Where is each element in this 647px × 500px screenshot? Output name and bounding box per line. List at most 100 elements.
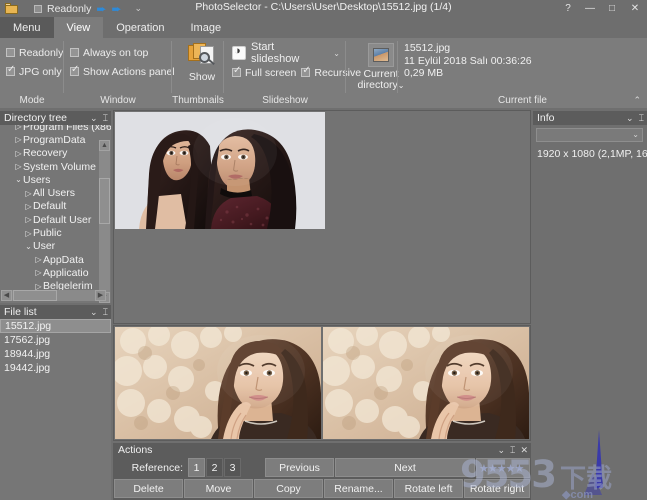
list-item[interactable]: 17562.jpg	[0, 333, 111, 347]
info-combo-box[interactable]: ⌄	[536, 128, 643, 142]
tree-node[interactable]: ▷ System Volume In	[0, 160, 107, 173]
start-slideshow-button[interactable]: Start slideshow ⌄	[232, 41, 340, 65]
help-button[interactable]: ?	[557, 0, 579, 17]
scroll-up-icon[interactable]: ▲	[99, 140, 110, 151]
ribbon-tabs: Menu View Operation Image	[0, 17, 647, 38]
tab-operation[interactable]: Operation	[103, 17, 177, 38]
scroll-thumb[interactable]	[99, 178, 110, 224]
recursive-checkbox[interactable]	[301, 65, 311, 77]
quick-access-toolbar: Readonly ➨ ➨ ⌄	[0, 0, 142, 17]
tree-node[interactable]: ⌄ User	[0, 240, 98, 253]
move-button[interactable]: Move	[184, 479, 253, 498]
always-on-top-checkbox[interactable]	[70, 48, 79, 57]
readonly-quick-checkbox[interactable]	[34, 4, 42, 13]
readonly-checkbox-row[interactable]: Readonly	[6, 43, 63, 62]
thumbnail-strip[interactable]	[113, 325, 531, 441]
rotate-left-button[interactable]: Rotate left	[394, 479, 463, 498]
file-name: 17562.jpg	[4, 334, 51, 346]
reference-button-2[interactable]: 2	[206, 458, 223, 477]
chevron-down-icon[interactable]: ⌄	[498, 445, 506, 456]
chevron-up-icon[interactable]: ⌃	[633, 95, 641, 106]
chevron-down-icon[interactable]: ⌄	[135, 3, 143, 14]
tree-node[interactable]: ▷ Applicatio	[0, 266, 98, 279]
previous-button[interactable]: Previous	[265, 458, 334, 477]
directory-tree-title: Directory tree	[4, 112, 68, 124]
file-list-body[interactable]: 15512.jpg 17562.jpg 18944.jpg 19442.jpg	[0, 319, 111, 500]
scroll-left-icon[interactable]: ◀	[1, 290, 12, 301]
tree-node[interactable]: ▷ ProgramData	[0, 133, 98, 146]
full-screen-row[interactable]: Full screen	[232, 63, 296, 82]
reference-button-1[interactable]: 1	[188, 458, 205, 477]
list-item[interactable]: 18944.jpg	[0, 347, 111, 361]
show-thumbnails-button[interactable]: Show	[178, 41, 226, 83]
directory-tree-nodes: ▷ Program Files (x86) ▷ ProgramData ▷ Recov…	[0, 125, 111, 293]
tree-node-label: Applicatio	[43, 266, 89, 279]
maximize-button[interactable]: □	[601, 0, 623, 17]
tree-node[interactable]: ▷ All Users	[0, 186, 98, 199]
jpgonly-checkbox[interactable]	[6, 64, 15, 76]
portrait-photo-thumb	[115, 327, 321, 439]
tree-node[interactable]: ▷ Default User	[0, 213, 98, 226]
chevron-down-icon[interactable]: ⌄	[90, 307, 98, 318]
chevron-down-icon[interactable]: ⌄	[90, 113, 98, 124]
start-slideshow-label: Start slideshow	[251, 41, 300, 65]
list-item[interactable]: 19442.jpg	[0, 361, 111, 375]
scroll-right-icon[interactable]: ▶	[95, 290, 106, 301]
rotate-right-button[interactable]: Rotate right	[464, 479, 530, 498]
next-button[interactable]: Next	[335, 458, 475, 477]
close-icon[interactable]: ✕	[520, 445, 528, 456]
group-title-current-file: Current file	[498, 95, 547, 106]
show-actions-panel-checkbox[interactable]	[70, 64, 79, 76]
list-item[interactable]: 15512.jpg	[0, 319, 111, 333]
full-screen-checkbox[interactable]	[232, 65, 241, 77]
copy-button[interactable]: Copy	[254, 479, 323, 498]
chevron-down-icon[interactable]: ⌄	[626, 113, 634, 124]
always-on-top-row[interactable]: Always on top	[70, 43, 166, 62]
actions-panel: Actions ⌄ ⌶ ✕ Reference: 1 2 3 Previous …	[113, 443, 531, 500]
pin-icon[interactable]: ⌶	[639, 113, 644, 124]
show-actions-panel-row[interactable]: Show Actions panel	[70, 62, 175, 81]
tree-node[interactable]: ▷ Public	[0, 226, 98, 239]
reference-button-3[interactable]: 3	[224, 458, 241, 477]
tab-menu[interactable]: Menu	[0, 17, 54, 38]
delete-button[interactable]: Delete	[114, 479, 183, 498]
ribbon-group-thumbnails: Show Thumbnails	[172, 38, 224, 108]
slideshow-icon	[232, 45, 246, 60]
chevron-down-icon[interactable]: ⌄	[632, 130, 639, 139]
readonly-checkbox[interactable]	[6, 48, 15, 57]
thumbnail-item[interactable]	[323, 327, 529, 439]
file-name: 18944.jpg	[4, 348, 51, 360]
thumbnails-icon	[187, 43, 217, 70]
scroll-thumb[interactable]	[13, 290, 57, 301]
tab-image[interactable]: Image	[178, 17, 235, 38]
group-title-mode: Mode	[19, 95, 45, 106]
thumbnail-item[interactable]	[115, 327, 321, 439]
pin-icon[interactable]: ⌶	[510, 445, 515, 456]
directory-tree-body[interactable]: ▷ Program Files (x86) ▷ ProgramData ▷ Recov…	[0, 125, 111, 303]
open-folder-icon[interactable]	[5, 3, 18, 14]
minimize-button[interactable]: —	[579, 0, 601, 17]
main-image[interactable]	[115, 112, 325, 229]
tree-node[interactable]: ⌄ Users	[0, 173, 98, 186]
image-viewer[interactable]	[113, 110, 531, 324]
chevron-down-icon[interactable]: ⌄	[333, 49, 340, 58]
close-button[interactable]: ✕	[623, 0, 647, 17]
pin-icon[interactable]: ⌶	[103, 307, 108, 318]
jpgonly-checkbox-row[interactable]: JPG only	[6, 62, 62, 81]
tree-node-label: ProgramData	[23, 133, 86, 146]
tree-node[interactable]: ▷ Recovery	[0, 147, 98, 160]
tree-node[interactable]: ▷ Program Files (x86)	[0, 125, 111, 133]
file-list-title: File list	[4, 306, 37, 318]
tree-node[interactable]: ▷ Default	[0, 200, 98, 213]
watermark-spike-secondary	[584, 473, 602, 495]
rename-button[interactable]: Rename...	[324, 479, 393, 498]
directory-tree-vertical-scrollbar[interactable]: ▲ ▼	[99, 140, 110, 303]
rating-stars[interactable]: ★★★★★	[476, 458, 530, 478]
arrow-left-icon[interactable]: ➨	[96, 3, 106, 15]
current-directory-label-line2: directory	[357, 79, 398, 91]
tab-view[interactable]: View	[53, 17, 104, 38]
pin-icon[interactable]: ⌶	[103, 113, 108, 124]
directory-tree-horizontal-scrollbar[interactable]: ◀ ▶	[1, 290, 106, 301]
tree-node[interactable]: ▷ AppData	[0, 253, 98, 266]
arrow-right-icon[interactable]: ➨	[111, 3, 121, 15]
